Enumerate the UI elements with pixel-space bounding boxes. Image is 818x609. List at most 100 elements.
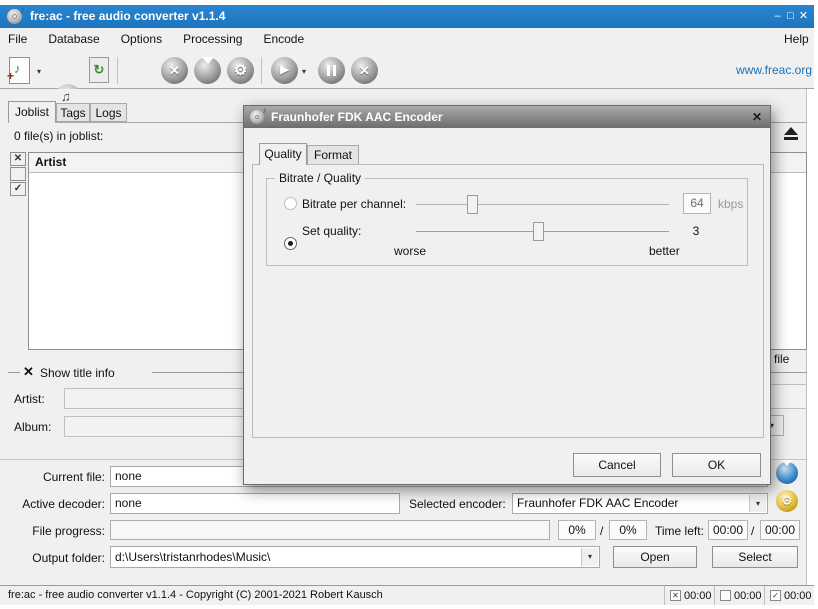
minimize-button[interactable]: – <box>771 5 784 28</box>
file-progress-label: File progress: <box>12 524 105 538</box>
timer-segment: ✕ 00:00 <box>664 586 714 605</box>
bitrate-radio[interactable] <box>284 197 297 210</box>
selected-encoder-value: Fraunhofer FDK AAC Encoder <box>517 496 678 510</box>
titlebar: ♪ fre:ac - free audio converter v1.1.4 –… <box>0 5 814 28</box>
freac-website-link[interactable]: www.freac.org <box>736 63 812 77</box>
encoder-config-button[interactable]: ⚙ <box>776 490 798 512</box>
open-folder-button[interactable]: Open <box>613 546 697 568</box>
maximize-button[interactable]: □ <box>784 5 797 28</box>
menu-encode[interactable]: Encode <box>263 28 304 50</box>
pause-encoding-button[interactable] <box>318 57 345 84</box>
active-decoder-label: Active decoder: <box>12 497 105 511</box>
statusbar-text: fre:ac - free audio converter v1.1.4 - C… <box>8 589 383 601</box>
toolbar <box>0 50 814 89</box>
album-label: Album: <box>14 420 51 434</box>
slash-text: / <box>600 524 603 538</box>
total-progress-percent: 0% <box>609 520 647 540</box>
app-icon: ♪ <box>7 9 22 24</box>
output-folder-label: Output folder: <box>12 551 105 565</box>
active-decoder-field: none <box>110 493 400 514</box>
bitrate-label: Bitrate per channel: <box>302 197 406 211</box>
tab-tags[interactable]: Tags <box>56 103 90 122</box>
recycle-icon: ↻ <box>94 62 105 78</box>
selected-encoder-combo[interactable]: Fraunhofer FDK AAC Encoder ▾ <box>512 493 768 514</box>
better-label: better <box>649 244 680 258</box>
cancel-button[interactable]: Cancel <box>573 453 661 477</box>
menu-file[interactable]: File <box>8 28 27 50</box>
group-title: Bitrate / Quality <box>275 171 365 185</box>
empty-box-icon <box>720 590 731 601</box>
bitrate-slider-thumb[interactable] <box>467 195 478 214</box>
show-title-info-checkbox[interactable]: ✕ <box>23 364 34 380</box>
play-icon: ▶ <box>280 65 288 76</box>
note-icon: ♪ <box>14 61 21 76</box>
clear-joblist-button[interactable]: ↻ <box>89 57 109 83</box>
encoder-config-dialog: ♪ Fraunhofer FDK AAC Encoder ✕ Quality F… <box>243 105 771 485</box>
processing-config-button[interactable] <box>776 462 798 484</box>
ok-button[interactable]: OK <box>672 453 761 477</box>
menu-help[interactable]: Help <box>784 28 809 50</box>
checked-box-icon: ✓ <box>770 590 781 601</box>
funnel-icon <box>202 64 214 78</box>
tab-joblist[interactable]: Joblist <box>8 101 56 123</box>
time-left-label: Time left: <box>655 524 704 538</box>
stop-encoding-button[interactable]: ✕ <box>351 57 378 84</box>
timer-segment: ✓ 00:00 <box>764 586 814 605</box>
close-button[interactable]: ✕ <box>797 5 810 28</box>
tools-icon: ✕ <box>169 64 180 77</box>
chevron-down-icon[interactable]: ▾ <box>581 548 598 566</box>
chevron-down-icon[interactable]: ▾ <box>749 495 766 512</box>
signal-processing-button[interactable] <box>194 57 221 84</box>
bitrate-value-field[interactable]: 64 <box>683 193 711 214</box>
set-quality-radio[interactable] <box>284 237 297 250</box>
file-progress-bar <box>110 520 550 540</box>
select-folder-button[interactable]: Select <box>712 546 798 568</box>
quality-slider-thumb[interactable] <box>533 222 544 241</box>
menubar: File Database Options Processing Encode <box>0 28 814 50</box>
start-encoding-dropdown[interactable]: ▾ <box>302 68 306 76</box>
funnel-icon <box>782 466 792 480</box>
slash-text: / <box>751 524 754 538</box>
select-none-button[interactable] <box>10 167 26 181</box>
add-files-button[interactable]: ♪ + <box>9 57 30 84</box>
gear-icon: ⚙ <box>234 63 247 78</box>
tab-logs[interactable]: Logs <box>90 103 127 122</box>
bitrate-slider-track[interactable] <box>416 204 669 205</box>
stop-icon: ✕ <box>359 64 370 77</box>
joblist-count-label: 0 file(s) in joblist: <box>14 129 103 143</box>
timer-value: 00:00 <box>784 590 812 602</box>
eject-button[interactable] <box>780 127 802 143</box>
output-folder-combo[interactable]: d:\Users\tristanrhodes\Music\ ▾ <box>110 546 600 568</box>
timer-segment: 00:00 <box>714 586 764 605</box>
show-title-info-label[interactable]: Show title info <box>40 366 115 380</box>
toggle-selection-button[interactable]: ✓ <box>10 182 26 196</box>
menu-processing[interactable]: Processing <box>183 28 242 50</box>
bitrate-unit-label: kbps <box>718 197 743 211</box>
menu-database[interactable]: Database <box>48 28 99 50</box>
pause-icon <box>327 65 336 76</box>
select-all-button[interactable]: ✕ <box>10 152 26 166</box>
time-left-total: 00:00 <box>760 520 800 540</box>
menu-options[interactable]: Options <box>121 28 162 50</box>
start-encoding-button[interactable]: ▶ <box>271 57 298 84</box>
splitter-line-left <box>8 372 20 373</box>
notes-icon: ♫ <box>61 89 71 104</box>
dialog-title: Fraunhofer FDK AAC Encoder <box>271 106 443 128</box>
set-quality-label: Set quality: <box>302 224 361 238</box>
toolbar-separator <box>261 57 262 84</box>
artist-label: Artist: <box>14 392 45 406</box>
dialog-close-button[interactable]: ✕ <box>752 106 762 128</box>
general-settings-button[interactable]: ✕ <box>161 57 188 84</box>
output-folder-value: d:\Users\tristanrhodes\Music\ <box>115 550 270 564</box>
crossed-box-icon: ✕ <box>670 590 681 601</box>
file-progress-percent: 0% <box>558 520 596 540</box>
dialog-tab-quality[interactable]: Quality <box>259 143 307 165</box>
add-files-dropdown[interactable]: ▾ <box>37 68 41 76</box>
dialog-tab-format[interactable]: Format <box>307 145 359 165</box>
selected-encoder-label: Selected encoder: <box>409 497 506 511</box>
gear-icon: ⚙ <box>781 493 793 509</box>
configure-encoder-button[interactable]: ⚙ <box>227 57 254 84</box>
time-left-file: 00:00 <box>708 520 748 540</box>
column-header-artist[interactable]: Artist <box>35 155 66 169</box>
app-window: ♪ fre:ac - free audio converter v1.1.4 –… <box>0 0 818 609</box>
